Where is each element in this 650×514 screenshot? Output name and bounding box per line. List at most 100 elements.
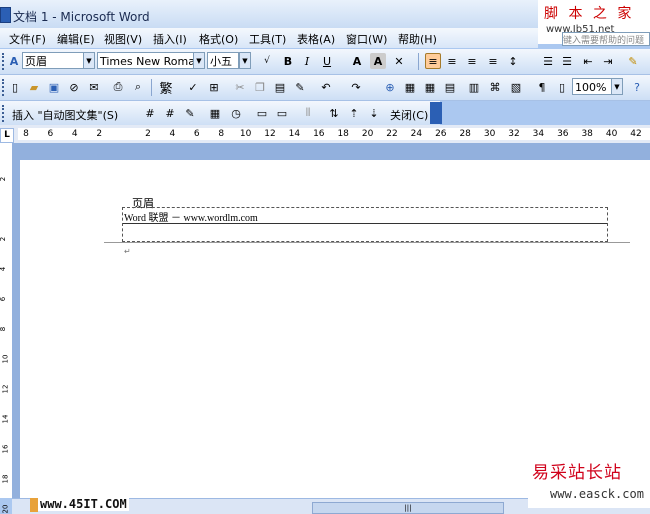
print-preview-icon[interactable]: ⌕ [130, 79, 146, 95]
ruler-tick: 8 [218, 129, 225, 139]
spelling-icon[interactable]: ✓ [185, 79, 201, 95]
font-select[interactable]: Times New Roman [97, 52, 194, 69]
insert-table-icon[interactable]: ▦ [422, 79, 438, 95]
ruler-tick: 36 [557, 129, 569, 139]
word-app-icon[interactable] [0, 7, 11, 23]
hyperlink-icon[interactable]: ⊕ [382, 79, 398, 95]
show-previous-icon[interactable]: ⇡ [346, 105, 362, 121]
vruler-tick: 16 [1, 444, 10, 454]
numbering-icon[interactable]: ☰ [540, 53, 556, 69]
insert-page-number-icon[interactable]: # [142, 105, 158, 121]
bold-button[interactable]: B [280, 53, 296, 69]
align-center-icon[interactable]: ≡ [444, 53, 460, 69]
font-dropdown-arrow[interactable]: ▼ [193, 52, 205, 69]
toolbar-grip[interactable] [2, 105, 7, 122]
help-icon[interactable]: ? [629, 79, 645, 95]
menu-format[interactable]: 格式(O) [199, 31, 238, 47]
menu-tools[interactable]: 工具(T) [249, 31, 286, 47]
copy-icon[interactable]: ❐ [252, 79, 268, 95]
font-size-select[interactable]: 小五 [207, 52, 239, 69]
line-spacing-icon[interactable]: ↕ [505, 53, 521, 69]
header-text[interactable]: Word 联盟 － www.wordlm.com [124, 209, 258, 224]
char-scale-icon[interactable]: ✕ [391, 53, 407, 69]
view-mode-icon[interactable] [30, 498, 38, 512]
traditional-chinese-icon[interactable]: 繁 [158, 79, 174, 97]
insert-time-icon[interactable]: ◷ [228, 105, 244, 121]
styles-icon[interactable]: A [6, 53, 22, 69]
vruler-tick: 12 [1, 384, 10, 394]
menu-window[interactable]: 窗口(W) [346, 31, 387, 47]
increase-indent-icon[interactable]: ⇥ [600, 53, 616, 69]
insert-excel-icon[interactable]: ▤ [442, 79, 458, 95]
permission-icon[interactable]: ⊘ [66, 79, 82, 95]
menu-insert[interactable]: 插入(I) [153, 31, 187, 47]
insert-date-icon[interactable]: ▦ [207, 105, 223, 121]
tables-borders-icon[interactable]: ▦ [402, 79, 418, 95]
menu-view[interactable]: 视图(V) [104, 31, 142, 47]
highlight-icon[interactable]: ✎ [625, 53, 641, 69]
redo-icon[interactable]: ↷ [348, 79, 364, 95]
undo-icon[interactable]: ↶ [318, 79, 334, 95]
decrease-indent-icon[interactable]: ⇤ [580, 53, 596, 69]
drawing-icon[interactable]: ⌘ [487, 79, 503, 95]
research-icon[interactable]: ⊞ [206, 79, 222, 95]
vruler-tick: 4 [0, 266, 8, 272]
page-setup-icon[interactable]: ▭ [254, 105, 270, 121]
show-next-icon[interactable]: ⇣ [366, 105, 382, 121]
format-painter-icon[interactable]: ✎ [292, 79, 308, 95]
separator [151, 79, 152, 96]
show-document-text-icon[interactable]: ▭ [274, 105, 290, 121]
justify-icon[interactable]: ≡ [485, 53, 501, 69]
save-icon[interactable]: ▣ [46, 79, 62, 95]
watermark-easck-url: www.easck.com [550, 487, 644, 501]
close-header-footer-button[interactable]: 关闭(C) [390, 107, 428, 123]
underline-button[interactable]: U [319, 53, 335, 69]
ruler-tick: 30 [483, 129, 496, 139]
ruler-tick: 40 [605, 129, 618, 139]
ruler-tick: 10 [239, 129, 252, 139]
align-left-icon[interactable]: ≡ [425, 53, 441, 69]
ruler-tick: 6 [47, 129, 54, 139]
reading-mode-icon[interactable]: ▯ [554, 79, 570, 95]
switch-header-footer-icon[interactable]: ⇅ [326, 105, 342, 121]
toolbar-overflow-handle[interactable] [430, 102, 442, 124]
font-size-dropdown-arrow[interactable]: ▼ [239, 52, 251, 69]
print-icon[interactable]: ⎙ [110, 79, 126, 95]
insert-autotext-button[interactable]: 插入 "自动图文集"(S) [12, 107, 118, 123]
menu-help[interactable]: 帮助(H) [398, 31, 437, 47]
paste-icon[interactable]: ▤ [272, 79, 288, 95]
formula-icon[interactable]: √ [259, 53, 275, 69]
vruler-tick: 14 [1, 414, 10, 424]
zoom-select[interactable]: 100% [572, 78, 612, 95]
zoom-dropdown-arrow[interactable]: ▼ [611, 78, 623, 95]
style-select[interactable]: 页眉 [22, 52, 84, 69]
vruler-tick: 2 [0, 176, 8, 182]
new-document-icon[interactable]: ▯ [7, 79, 23, 95]
format-page-number-icon[interactable]: ✎ [182, 105, 198, 121]
watermark-easck-name: 易采站长站 [532, 463, 622, 483]
bullets-icon[interactable]: ☰ [559, 53, 575, 69]
same-as-previous-icon[interactable]: ⫴ [300, 105, 316, 121]
email-icon[interactable]: ✉ [86, 79, 102, 95]
char-border-icon[interactable]: A [349, 53, 365, 69]
document-map-icon[interactable]: ▧ [508, 79, 524, 95]
italic-button[interactable]: I [299, 53, 315, 69]
align-right-icon[interactable]: ≡ [464, 53, 480, 69]
open-folder-icon[interactable]: ▰ [26, 79, 42, 95]
char-shading-icon[interactable]: A [370, 53, 386, 69]
ruler-tick: 2 [145, 129, 151, 139]
menu-table[interactable]: 表格(A) [297, 31, 335, 47]
menu-file[interactable]: 文件(F) [9, 31, 46, 47]
vruler-tick: 10 [1, 354, 10, 364]
cut-icon[interactable]: ✂ [232, 79, 248, 95]
help-search-input[interactable]: 键入需要帮助的问题 [562, 32, 650, 46]
style-dropdown-arrow[interactable]: ▼ [83, 52, 95, 69]
show-formatting-icon[interactable]: ¶ [534, 79, 550, 95]
ruler-tick: 4 [71, 129, 78, 139]
menu-edit[interactable]: 编辑(E) [57, 31, 95, 47]
ruler-tick: 24 [410, 129, 423, 139]
scrollbar-thumb[interactable]: ||| [312, 502, 504, 514]
insert-page-count-icon[interactable]: # [162, 105, 178, 121]
tab-selector[interactable]: L [0, 128, 14, 143]
columns-icon[interactable]: ▥ [466, 79, 482, 95]
